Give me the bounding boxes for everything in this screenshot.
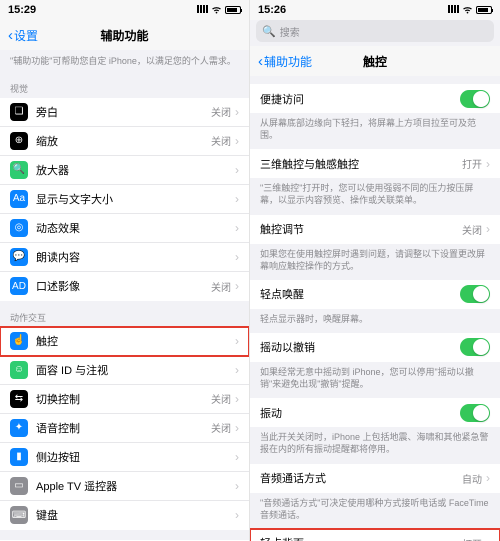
chevron-right-icon: › bbox=[235, 392, 239, 406]
content-scroll[interactable]: "辅助功能"可帮助您自定 iPhone，以满足您的个人需求。 视觉 ❏旁白关闭›… bbox=[0, 50, 249, 541]
magnifier-icon: 🔍 bbox=[10, 161, 28, 179]
row-spoken[interactable]: 💬朗读内容› bbox=[0, 243, 249, 272]
row-touch[interactable]: ☝触控› bbox=[0, 327, 249, 356]
section-action: 动作交互 bbox=[0, 301, 249, 327]
foot-vibe: 当此开关关闭时，iPhone 上包括地震、海啸和其他紧急警报在内的所有振动提醒都… bbox=[250, 427, 500, 463]
switch-icon: ⇆ bbox=[10, 390, 28, 408]
chevron-right-icon: › bbox=[235, 134, 239, 148]
row-tapwake[interactable]: 轻点唤醒 bbox=[250, 280, 500, 309]
status-bar: 15:26 bbox=[250, 0, 500, 20]
toggle-shake[interactable] bbox=[460, 338, 490, 356]
audiodesc-icon: AD bbox=[10, 277, 28, 295]
row-vibe[interactable]: 振动 bbox=[250, 398, 500, 427]
spoken-icon: 💬 bbox=[10, 248, 28, 266]
chevron-right-icon: › bbox=[486, 222, 490, 236]
toggle-vibe[interactable] bbox=[460, 404, 490, 422]
wifi-icon bbox=[211, 6, 222, 14]
chevron-right-icon: › bbox=[486, 157, 490, 171]
foot-tapwake: 轻点显示器时，唤醒屏幕。 bbox=[250, 309, 500, 333]
toggle-reachability[interactable] bbox=[460, 90, 490, 108]
row-motion[interactable]: ◎动态效果› bbox=[0, 214, 249, 243]
back-button[interactable]: ‹设置 bbox=[8, 27, 38, 44]
keyboard-icon: ⌨ bbox=[10, 506, 28, 524]
chevron-right-icon: › bbox=[235, 192, 239, 206]
row-voice[interactable]: ✦语音控制关闭› bbox=[0, 414, 249, 443]
row-audiodesc[interactable]: AD口述影像关闭› bbox=[0, 272, 249, 301]
status-time: 15:29 bbox=[8, 4, 36, 16]
battery-icon bbox=[476, 6, 492, 14]
foot-shake: 如果经常无意中摇动到 iPhone，您可以停用"摇动以撤销"来避免出现"撤销"提… bbox=[250, 362, 500, 398]
nav-bar: ‹设置 辅助功能 bbox=[0, 20, 249, 50]
back-button[interactable]: ‹辅助功能 bbox=[258, 53, 312, 70]
row-reachability[interactable]: 便捷访问 bbox=[250, 84, 500, 113]
signal-icon bbox=[197, 4, 208, 16]
row-backtap[interactable]: 轻点背面打开› bbox=[250, 529, 500, 541]
row-side[interactable]: ▮侧边按钮› bbox=[0, 443, 249, 472]
chevron-right-icon: › bbox=[235, 279, 239, 293]
status-time: 15:26 bbox=[258, 4, 286, 16]
voiceover-icon: ❏ bbox=[10, 103, 28, 121]
row-keyboard[interactable]: ⌨键盘› bbox=[0, 501, 249, 530]
chevron-left-icon: ‹ bbox=[8, 28, 13, 43]
appletv-icon: ▭ bbox=[10, 477, 28, 495]
chevron-right-icon: › bbox=[486, 471, 490, 485]
chevron-right-icon: › bbox=[235, 221, 239, 235]
intro-text: "辅助功能"可帮助您自定 iPhone，以满足您的个人需求。 bbox=[0, 50, 249, 72]
row-shake[interactable]: 摇动以撤销 bbox=[250, 333, 500, 362]
section-vision: 视觉 bbox=[0, 72, 249, 98]
search-field[interactable]: 🔍搜索 bbox=[256, 20, 494, 42]
row-haptic[interactable]: 三维触控与触感触控打开› bbox=[250, 149, 500, 178]
chevron-right-icon: › bbox=[235, 363, 239, 377]
page-title: 辅助功能 bbox=[100, 27, 148, 44]
row-appletv[interactable]: ▭Apple TV 遥控器› bbox=[0, 472, 249, 501]
voice-icon: ✦ bbox=[10, 419, 28, 437]
zoom-icon: ⊕ bbox=[10, 132, 28, 150]
chevron-left-icon: ‹ bbox=[258, 54, 263, 69]
chevron-right-icon: › bbox=[235, 250, 239, 264]
foot-accom: 如果您在使用触控屏时遇到问题，请调整以下设置更改屏幕响应触控操作的方式。 bbox=[250, 244, 500, 280]
foot-reachability: 从屏幕底部边缘向下轻扫，将屏幕上方项目拉至可及范围。 bbox=[250, 113, 500, 149]
row-display[interactable]: Aa显示与文字大小› bbox=[0, 185, 249, 214]
content-scroll[interactable]: 便捷访问 从屏幕底部边缘向下轻扫，将屏幕上方项目拉至可及范围。 三维触控与触感触… bbox=[250, 76, 500, 541]
row-switch[interactable]: ⇆切换控制关闭› bbox=[0, 385, 249, 414]
row-call[interactable]: 音频通话方式自动› bbox=[250, 464, 500, 493]
row-faceid[interactable]: ☺面容 ID 与注视› bbox=[0, 356, 249, 385]
signal-icon bbox=[448, 4, 459, 16]
motion-icon: ◎ bbox=[10, 219, 28, 237]
touch-icon: ☝ bbox=[10, 332, 28, 350]
row-accom[interactable]: 触控调节关闭› bbox=[250, 215, 500, 244]
chevron-right-icon: › bbox=[235, 421, 239, 435]
row-voiceover[interactable]: ❏旁白关闭› bbox=[0, 98, 249, 127]
chevron-right-icon: › bbox=[235, 479, 239, 493]
page-title: 触控 bbox=[363, 53, 387, 70]
nav-bar: ‹辅助功能 触控 bbox=[250, 46, 500, 76]
battery-icon bbox=[225, 6, 241, 14]
touch-screen: 15:26 🔍搜索 ‹辅助功能 触控 便捷访问 从屏幕底部边缘向下轻扫，将屏幕上… bbox=[250, 0, 500, 541]
toggle-tapwake[interactable] bbox=[460, 285, 490, 303]
chevron-right-icon: › bbox=[235, 508, 239, 522]
accessibility-screen: 15:29 ‹设置 辅助功能 "辅助功能"可帮助您自定 iPhone，以满足您的… bbox=[0, 0, 250, 541]
foot-call: "音频通话方式"可决定使用哪种方式接听电话或 FaceTime 音频通话。 bbox=[250, 493, 500, 529]
chevron-right-icon: › bbox=[235, 334, 239, 348]
row-zoom[interactable]: ⊕缩放关闭› bbox=[0, 127, 249, 156]
chevron-right-icon: › bbox=[235, 450, 239, 464]
chevron-right-icon: › bbox=[486, 536, 490, 541]
status-bar: 15:29 bbox=[0, 0, 249, 20]
row-magnifier[interactable]: 🔍放大器› bbox=[0, 156, 249, 185]
display-icon: Aa bbox=[10, 190, 28, 208]
chevron-right-icon: › bbox=[235, 105, 239, 119]
search-icon: 🔍 bbox=[262, 25, 276, 38]
side-icon: ▮ bbox=[10, 448, 28, 466]
faceid-icon: ☺ bbox=[10, 361, 28, 379]
wifi-icon bbox=[462, 6, 473, 14]
foot-haptic: "三维触控"打开时，您可以使用强弱不同的压力按压屏幕，以显示内容预览、操作或关联… bbox=[250, 178, 500, 214]
chevron-right-icon: › bbox=[235, 163, 239, 177]
